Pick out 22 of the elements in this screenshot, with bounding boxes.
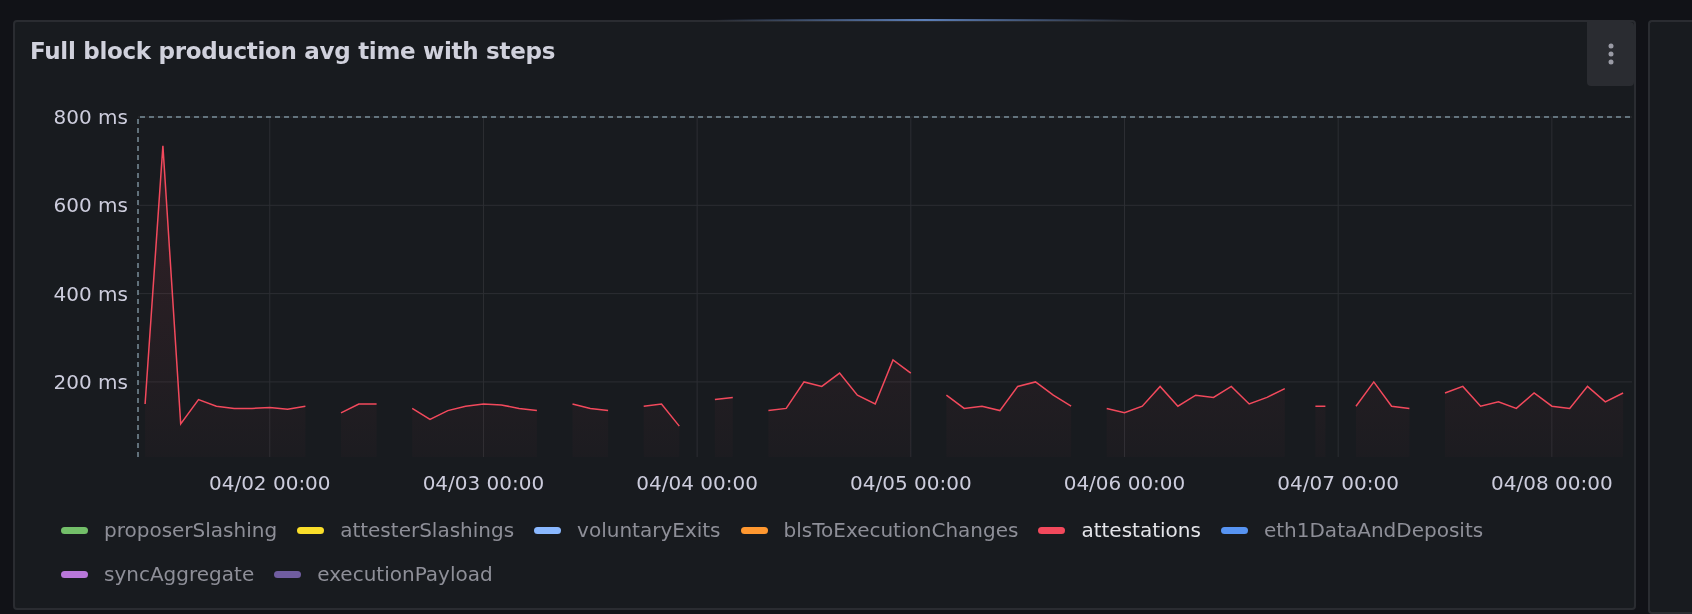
- menu-button[interactable]: [1587, 22, 1634, 86]
- x-axis-label: 04/05 00:00: [850, 471, 972, 495]
- legend-item[interactable]: eth1DataAndDeposits: [1220, 518, 1484, 542]
- legend-item[interactable]: blsToExecutionChanges: [740, 518, 1019, 542]
- x-axis-label: 04/04 00:00: [636, 471, 758, 495]
- legend-item[interactable]: attesterSlashings: [297, 518, 515, 542]
- y-axis-label: 600 ms: [53, 193, 128, 218]
- legend-item[interactable]: attestations: [1038, 518, 1201, 542]
- legend-item[interactable]: syncAggregate: [61, 562, 255, 586]
- x-axis-label: 04/06 00:00: [1063, 471, 1186, 495]
- y-axis-label: 400 ms: [53, 281, 128, 306]
- x-axis-label: 04/08 00:00: [1491, 471, 1613, 495]
- y-axis-label: 800 ms: [53, 105, 128, 129]
- more-options-icon: [1607, 43, 1614, 65]
- x-axis-label: 04/03 00:00: [422, 471, 545, 495]
- y-axis-label: 200 ms: [53, 369, 128, 394]
- legend-item[interactable]: voluntaryExits: [534, 518, 721, 542]
- legend-item[interactable]: proposerSlashing: [61, 518, 278, 542]
- panel-title: Full block production avg time with steps: [29, 37, 556, 64]
- legend-item[interactable]: executionPayload: [274, 562, 493, 586]
- x-axis-label: 04/07 00:00: [1277, 471, 1399, 495]
- x-axis-label: 04/02 00:00: [208, 471, 331, 495]
